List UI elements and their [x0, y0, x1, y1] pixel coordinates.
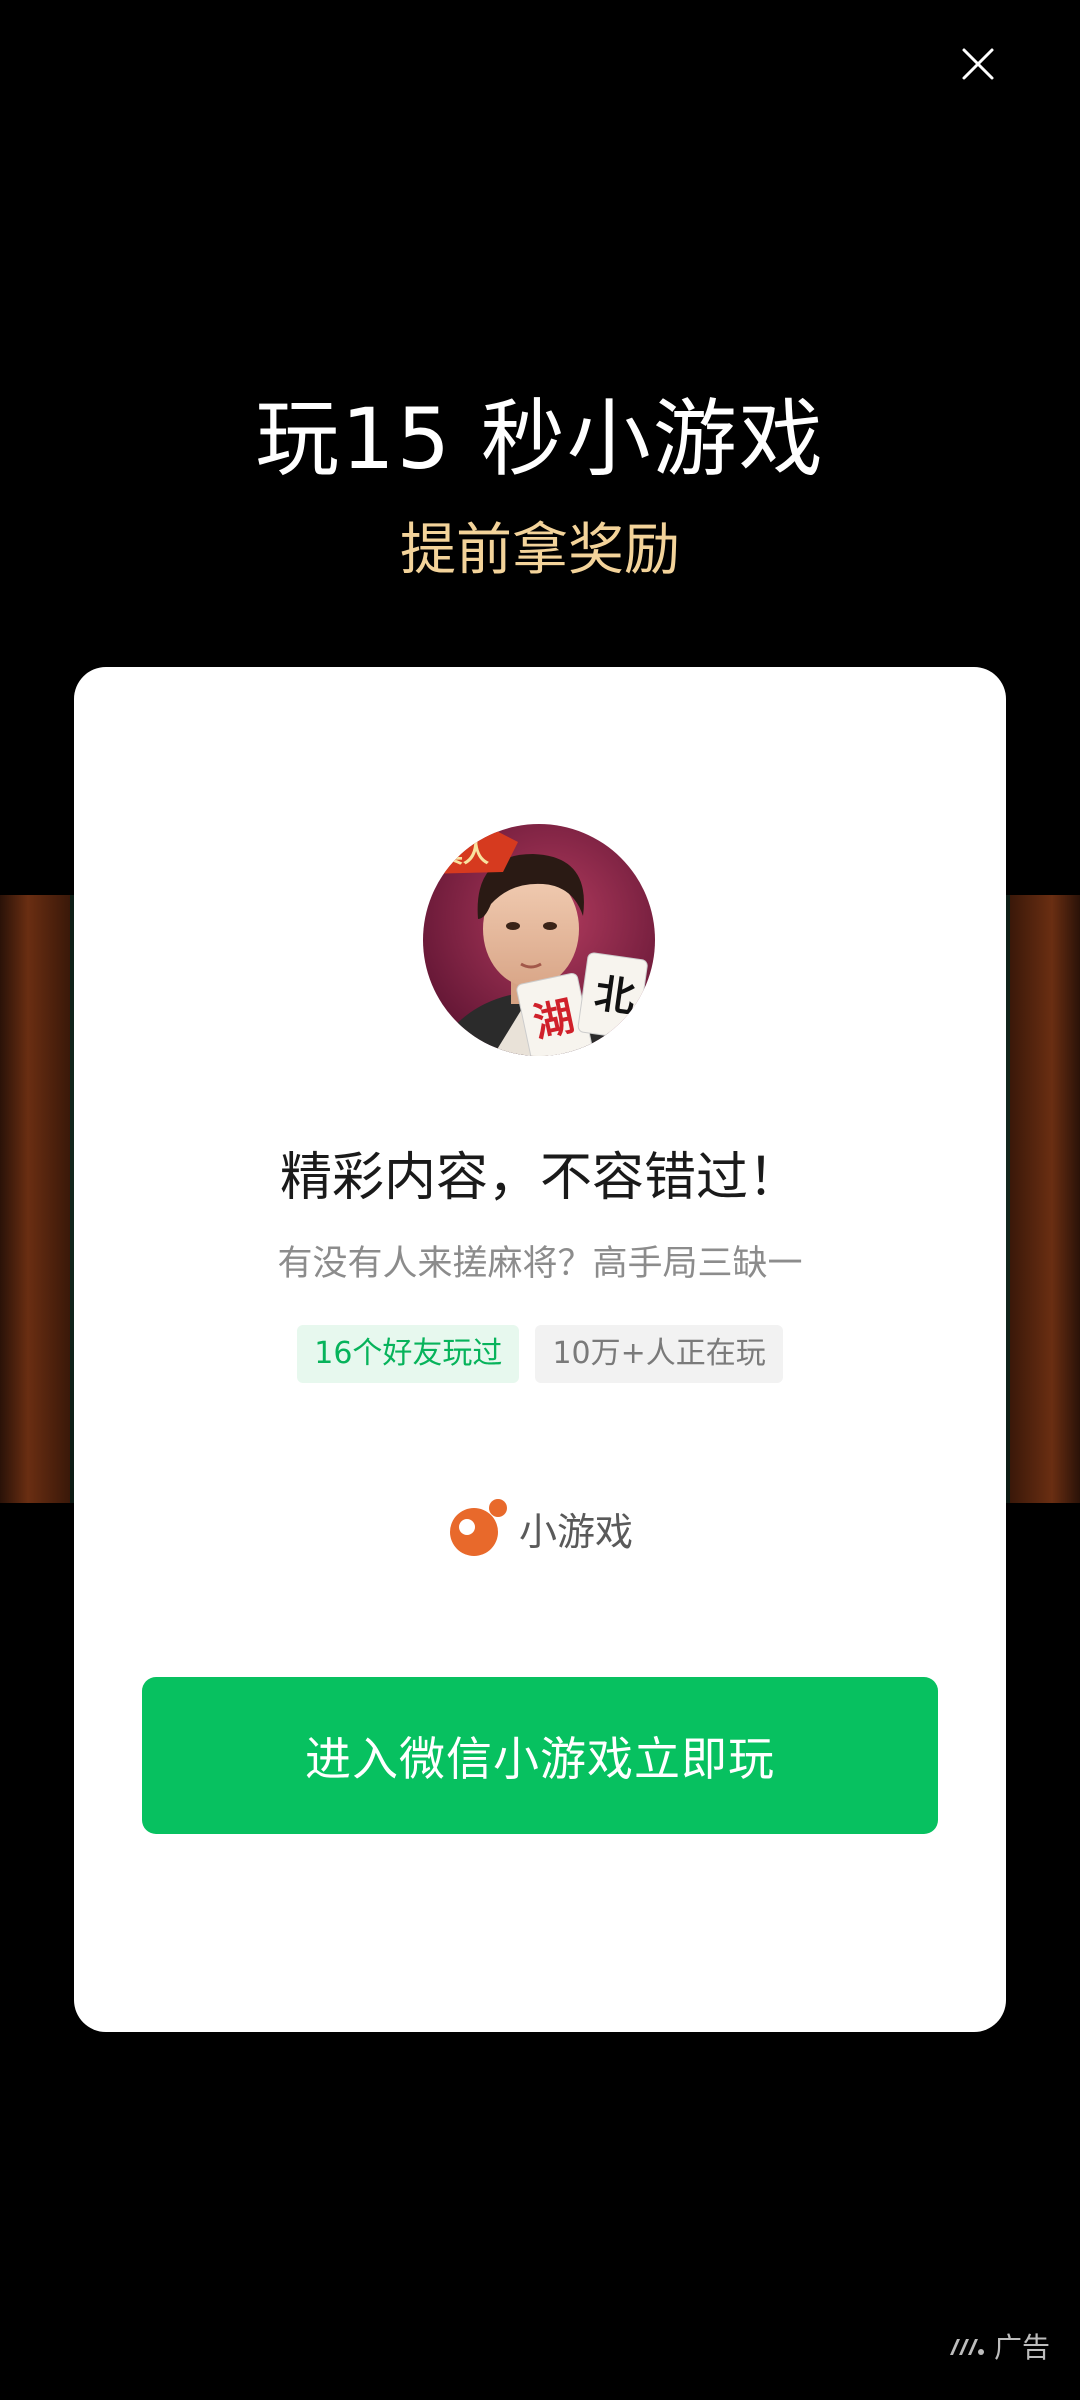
ad-label: 广告 [948, 2326, 1050, 2366]
game-avatar: 真人 湖 北 [423, 824, 655, 1056]
players-count-tag: 10万+人正在玩 [535, 1325, 783, 1383]
enter-minigame-button[interactable]: 进入微信小游戏立即玩 [142, 1677, 938, 1834]
brand-label: 小游戏 [518, 1509, 633, 1554]
background-curtain-right [1010, 895, 1080, 1503]
promo-card: 真人 湖 北 精彩内容，不容错过！ 有没有人来搓麻将？高手局三缺一 16个好友玩… [74, 667, 1006, 2032]
close-icon [962, 48, 994, 80]
card-title: 精彩内容，不容错过！ [279, 1148, 800, 1208]
tag-row: 16个好友玩过 10万+人正在玩 [74, 1325, 1006, 1383]
avatar-text-bei: 北 [592, 971, 638, 1022]
subheadline: 提前拿奖励 [400, 518, 680, 583]
minigame-logo-icon [449, 1499, 507, 1556]
headline: 玩15 秒小游戏 [255, 390, 825, 488]
close-button[interactable] [950, 36, 1006, 92]
ad-label-text: 广告 [993, 2331, 1050, 2364]
ad-logo-icon [949, 2339, 984, 2355]
friends-played-tag: 16个好友玩过 [297, 1325, 520, 1383]
avatar-text-zhenren: 真人 [437, 839, 489, 869]
card-description: 有没有人来搓麻将？高手局三缺一 [277, 1244, 803, 1284]
minigame-brand: 小游戏 [74, 1497, 1006, 1559]
background-curtain-left [0, 895, 70, 1503]
